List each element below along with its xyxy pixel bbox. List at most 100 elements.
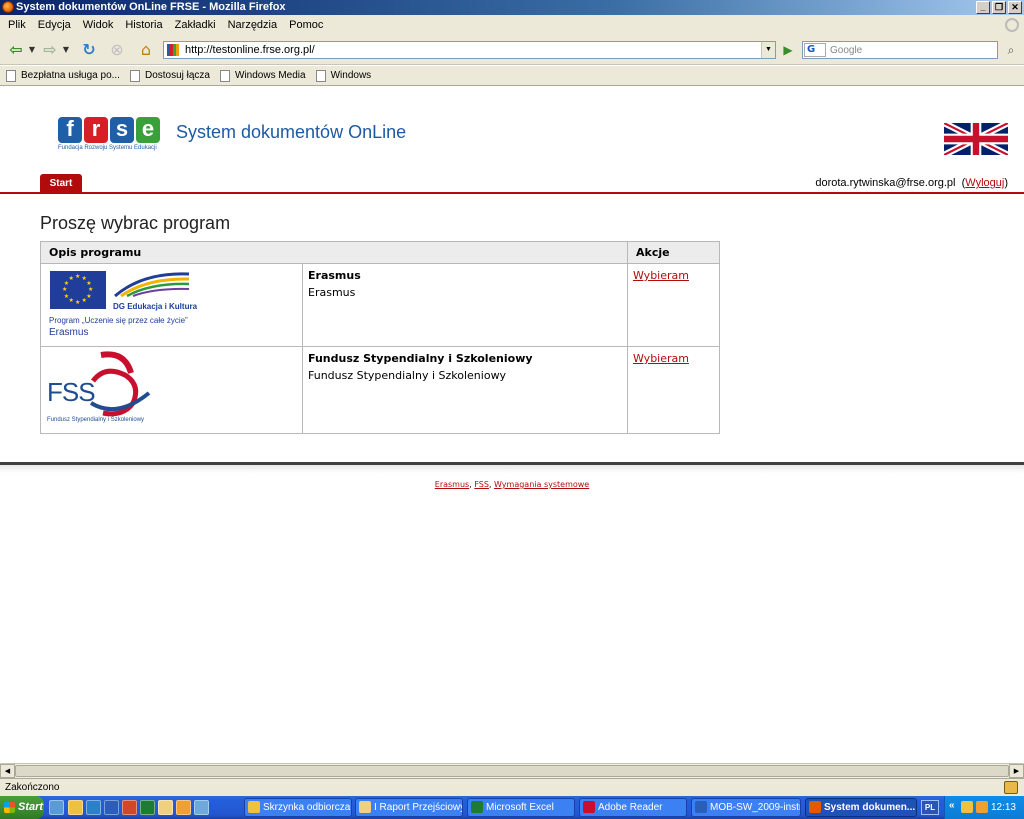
user-info: dorota.rytwinska@frse.org.pl (Wyloguj): [815, 177, 1008, 189]
page-icon: [220, 69, 230, 82]
home-icon[interactable]: ⌂: [134, 40, 158, 60]
menu-narzedzia[interactable]: Narzędzia: [222, 15, 284, 35]
forward-arrow-icon[interactable]: ⇨: [38, 40, 62, 60]
logout-link[interactable]: Wyloguj: [965, 177, 1004, 189]
user-email: dorota.rytwinska@frse.org.pl: [815, 177, 956, 189]
app-icon: [248, 801, 260, 813]
excel-icon: [471, 801, 483, 813]
quicklaunch-outlook-icon[interactable]: [68, 800, 83, 815]
adobe-icon: [583, 801, 595, 813]
bookmarks-toolbar: Bezpłatna usługa po... Dostosuj łącza Wi…: [0, 66, 1024, 86]
scroll-thumb[interactable]: [15, 765, 1009, 777]
logout-paren: ): [1004, 177, 1008, 189]
status-bar: Zakończono: [0, 778, 1024, 796]
tray-icon[interactable]: [976, 801, 988, 813]
stop-icon[interactable]: ⊗: [106, 40, 128, 60]
taskbar-item-word[interactable]: MOB-SW_2009-instr...: [691, 798, 801, 817]
bookmark-item[interactable]: Windows: [315, 69, 371, 82]
back-arrow-icon[interactable]: ⇦: [4, 40, 28, 60]
program-logo-cell: ★ ★ ★ ★ ★ ★ ★ ★ ★ ★ ★ ★ DG Edukacja i Kultura Progr…: [40, 263, 303, 347]
menu-edycja[interactable]: Edycja: [32, 15, 77, 35]
menu-plik[interactable]: Plik: [2, 15, 32, 35]
url-dropdown-icon[interactable]: ▼: [761, 42, 775, 58]
bookmark-item[interactable]: Windows Media: [220, 69, 306, 82]
menu-zakladki[interactable]: Zakładki: [169, 15, 222, 35]
quicklaunch-word-icon[interactable]: [104, 800, 119, 815]
logo-erasmus-text: Erasmus: [49, 327, 89, 338]
fss-logo-subtitle: Fundusz Stypendialny i Szkoleniowy: [47, 417, 145, 423]
taskbar-item-adobe[interactable]: Adobe Reader: [579, 798, 687, 817]
menu-bar: Plik Edycja Widok Historia Zakładki Narz…: [0, 15, 1024, 35]
logo-letter: r: [84, 117, 108, 143]
scroll-left-icon[interactable]: ◀: [0, 764, 15, 778]
program-logo-cell: FSS Fundusz Stypendialny i Szkoleniowy: [40, 346, 303, 434]
program-subtitle: Erasmus: [308, 286, 356, 299]
eu-star-icon: ★: [62, 286, 68, 293]
eu-star-icon: ★: [81, 297, 87, 305]
bookmark-item[interactable]: Bezpłatna usługa po...: [6, 69, 120, 82]
table-header-row: Opis programu Akcje: [40, 241, 720, 264]
search-input[interactable]: [802, 41, 998, 59]
taskbar-item-outlook[interactable]: Skrzynka odbiorcza ...: [244, 798, 352, 817]
eu-star-icon: ★: [86, 279, 92, 287]
maximize-button[interactable]: ❐: [992, 1, 1006, 14]
footer-link-fss[interactable]: FSS: [474, 480, 489, 489]
taskbar: Start Skrzynka odbiorcza ... I Raport Pr…: [0, 796, 1024, 819]
program-actions: Wybieram: [627, 346, 720, 434]
column-header-opis: Opis programu: [40, 241, 628, 264]
page-content: f r s e Fundacja Rozwoju Systemu Edukacj…: [0, 87, 1024, 763]
quicklaunch-folder-icon[interactable]: [158, 800, 173, 815]
taskbar-item-raport[interactable]: I Raport Przejściowy: [355, 798, 463, 817]
program-subtitle: Fundusz Stypendialny i Szkoleniowy: [308, 369, 507, 382]
search-engine-selector[interactable]: G: [804, 43, 826, 57]
taskbar-item-excel[interactable]: Microsoft Excel: [467, 798, 575, 817]
frse-logo[interactable]: f r s e Fundacja Rozwoju Systemu Edukacj…: [58, 117, 168, 157]
reload-icon[interactable]: ↻: [78, 40, 100, 60]
tray-expand-icon[interactable]: «: [949, 800, 955, 811]
menu-historia[interactable]: Historia: [119, 15, 168, 35]
page-title: Proszę wybrac program: [40, 213, 231, 233]
search-magnifier-icon[interactable]: ⌕: [1001, 41, 1021, 59]
scroll-right-icon[interactable]: ▶: [1009, 764, 1024, 778]
table-row: FSS Fundusz Stypendialny i Szkoleniowy F…: [40, 346, 720, 434]
start-button[interactable]: Start: [0, 796, 44, 819]
bookmark-item[interactable]: Dostosuj łącza: [129, 69, 210, 82]
footer-link-erasmus[interactable]: Erasmus: [435, 480, 469, 489]
quicklaunch-desktop-icon[interactable]: [49, 800, 64, 815]
program-title: Fundusz Stypendialny i Szkoleniowy: [308, 352, 533, 365]
minimize-button[interactable]: _: [976, 1, 990, 14]
uk-flag-icon[interactable]: [944, 123, 1008, 155]
tab-start[interactable]: Start: [40, 174, 82, 193]
program-title: Erasmus: [308, 269, 361, 282]
footer-links: Erasmus, FSS, Wymagania systemowe: [434, 480, 590, 489]
quicklaunch-excel-icon[interactable]: [140, 800, 155, 815]
window-title: System dokumentów OnLine FRSE - Mozilla …: [16, 1, 286, 13]
taskbar-item-firefox[interactable]: System dokumen...: [805, 798, 917, 817]
forward-dropdown-icon[interactable]: ▼: [62, 40, 70, 60]
quicklaunch-ie-icon[interactable]: [86, 800, 101, 815]
logo-letter: e: [136, 117, 160, 143]
footer-link-requirements[interactable]: Wymagania systemowe: [494, 480, 589, 489]
menu-pomoc[interactable]: Pomoc: [283, 15, 329, 35]
close-button[interactable]: ✕: [1008, 1, 1022, 14]
url-bar[interactable]: http://testonline.frse.org.pl/ ▼: [163, 41, 776, 59]
tray-icon[interactable]: [961, 801, 973, 813]
horizontal-scrollbar[interactable]: ◀ ▶: [0, 763, 1024, 778]
firefox-icon: [809, 801, 821, 813]
select-fss-link[interactable]: Wybieram: [633, 352, 689, 365]
go-arrow-icon[interactable]: ▶: [779, 41, 797, 59]
folder-icon: [359, 801, 371, 813]
quicklaunch-powerpoint-icon[interactable]: [122, 800, 137, 815]
language-indicator[interactable]: PL: [921, 800, 939, 815]
eu-star-icon: ★: [63, 292, 70, 300]
back-dropdown-icon[interactable]: ▼: [28, 40, 36, 60]
page-icon: [129, 69, 140, 82]
menu-widok[interactable]: Widok: [77, 15, 120, 35]
status-addon-icon[interactable]: [1004, 781, 1018, 794]
quicklaunch-app-icon[interactable]: [176, 800, 191, 815]
logo-dg-text: DG Edukacja i Kultura: [113, 302, 198, 311]
quicklaunch-app-icon[interactable]: [194, 800, 209, 815]
fss-logo: FSS Fundusz Stypendialny i Szkoleniowy: [45, 351, 175, 429]
eu-star-icon: ★: [68, 297, 74, 305]
select-erasmus-link[interactable]: Wybieram: [633, 269, 689, 282]
